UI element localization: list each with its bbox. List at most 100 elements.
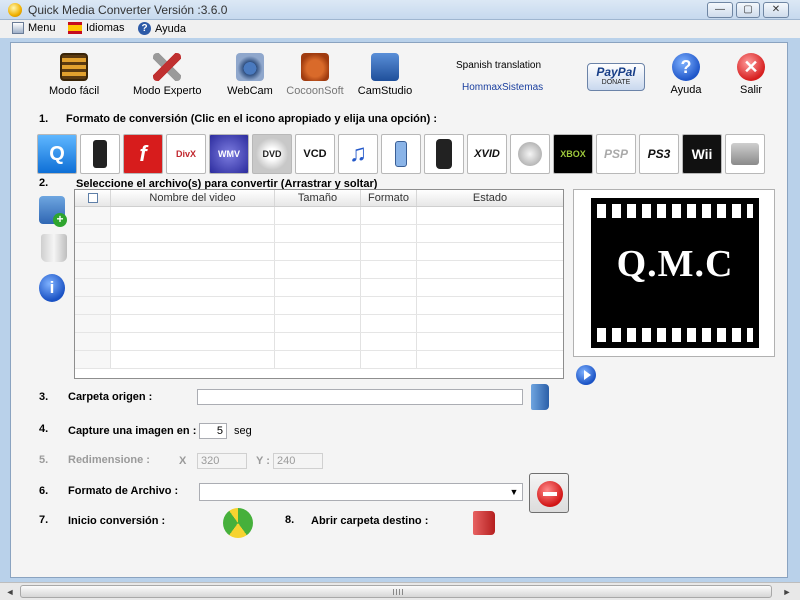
translator-link[interactable]: HommaxSistemas — [462, 82, 543, 93]
height-input[interactable]: 240 — [273, 453, 323, 469]
satellite-shape — [518, 142, 542, 166]
section-5-number: 5. — [39, 454, 49, 466]
format-divx-icon[interactable]: DivX — [166, 134, 206, 174]
format-label: XVID — [474, 148, 500, 160]
format-satellite-icon[interactable] — [510, 134, 550, 174]
table-cell — [75, 207, 111, 224]
ipod-shape — [93, 140, 107, 168]
salir-button[interactable]: ✕ Salir — [731, 53, 771, 96]
format-wii-icon[interactable]: Wii — [682, 134, 722, 174]
minimize-button[interactable]: — — [707, 2, 733, 18]
table-row[interactable] — [75, 279, 563, 297]
modo-facil-label: Modo fácil — [49, 85, 100, 97]
file-table[interactable]: Nombre del video Tamaño Formato Estado — [74, 189, 564, 379]
menu-item-menu[interactable]: Menu — [12, 22, 56, 34]
scrollbar-thumb[interactable] — [20, 585, 772, 598]
cocoonsoft-button[interactable]: CocoonSoft — [283, 53, 347, 97]
format-iphone-icon[interactable] — [424, 134, 464, 174]
preview-panel: Q.M.C — [573, 189, 775, 357]
donate-label: DONATE — [601, 79, 631, 86]
table-row[interactable] — [75, 225, 563, 243]
menu-item-idiomas[interactable]: Idiomas — [68, 22, 125, 34]
browse-folder-icon[interactable] — [531, 384, 549, 410]
phone-shape — [395, 141, 407, 167]
menu-item-ayuda[interactable]: ? Ayuda — [138, 22, 186, 35]
table-cell — [275, 315, 361, 332]
table-row[interactable] — [75, 297, 563, 315]
format-ps3-icon[interactable]: PS3 — [639, 134, 679, 174]
format-ds-icon[interactable] — [725, 134, 765, 174]
table-cell — [275, 333, 361, 350]
paypal-donate-button[interactable]: PayPal DONATE — [587, 63, 645, 91]
format-icons-row: Q f DivX WMV DVD VCD ♫ XVID XBOX PSP PS3… — [37, 134, 765, 174]
maximize-button[interactable]: ▢ — [736, 2, 760, 18]
table-cell — [275, 297, 361, 314]
open-folder-icon[interactable] — [473, 511, 495, 535]
salir-label: Salir — [739, 84, 762, 96]
stop-button[interactable] — [529, 473, 569, 513]
table-cell — [417, 279, 563, 296]
window-title: Quick Media Converter Versión :3.6.0 — [28, 3, 228, 17]
format-wmv-icon[interactable]: WMV — [209, 134, 249, 174]
capture-seconds-input[interactable]: 5 — [199, 423, 227, 439]
format-xbox-icon[interactable]: XBOX — [553, 134, 593, 174]
close-button[interactable]: ✕ — [763, 2, 789, 18]
table-row[interactable] — [75, 261, 563, 279]
format-quicktime-icon[interactable]: Q — [37, 134, 77, 174]
table-cell — [417, 297, 563, 314]
play-button[interactable] — [576, 365, 596, 385]
column-formato[interactable]: Formato — [361, 190, 417, 206]
ds-shape — [731, 143, 759, 165]
horizontal-scrollbar[interactable]: ◄ ► — [0, 582, 800, 600]
cocoonsoft-label: CocoonSoft — [286, 85, 344, 97]
modo-experto-button[interactable]: Modo Experto — [133, 53, 201, 97]
table-row[interactable] — [75, 333, 563, 351]
format-psp-icon[interactable]: PSP — [596, 134, 636, 174]
camstudio-label: CamStudio — [357, 85, 413, 97]
format-xvid-icon[interactable]: XVID — [467, 134, 507, 174]
scroll-left-arrow[interactable]: ◄ — [3, 585, 17, 599]
modo-facil-button[interactable]: Modo fácil — [49, 53, 99, 97]
table-row[interactable] — [75, 315, 563, 333]
table-row[interactable] — [75, 351, 563, 369]
select-all-checkbox[interactable] — [87, 193, 98, 203]
format-label: XBOX — [560, 149, 586, 159]
scroll-right-arrow[interactable]: ► — [780, 585, 794, 599]
table-row[interactable] — [75, 243, 563, 261]
table-cell — [275, 261, 361, 278]
table-cell — [75, 297, 111, 314]
format-label: PSP — [603, 147, 628, 161]
table-cell — [361, 315, 417, 332]
ayuda-button[interactable]: ? Ayuda — [665, 53, 707, 96]
chevron-down-icon[interactable]: ▼ — [506, 484, 522, 500]
carpeta-origen-input[interactable] — [197, 389, 523, 405]
trash-icon[interactable] — [41, 234, 67, 262]
format-flash-icon[interactable]: f — [123, 134, 163, 174]
table-cell — [417, 351, 563, 368]
format-dvd-icon[interactable]: DVD — [252, 134, 292, 174]
start-conversion-icon[interactable] — [223, 508, 253, 538]
webcam-button[interactable]: WebCam — [225, 53, 275, 97]
carpeta-origen-label: Carpeta origen : — [68, 391, 153, 403]
format-label: DivX — [175, 149, 196, 159]
main-panel: Modo fácil Modo Experto WebCam CocoonSof… — [10, 42, 788, 578]
column-nombre[interactable]: Nombre del video — [111, 190, 275, 206]
table-header: Nombre del video Tamaño Formato Estado — [75, 190, 563, 207]
section-4-number: 4. — [39, 423, 49, 435]
format-vcd-icon[interactable]: VCD — [295, 134, 335, 174]
width-input[interactable]: 320 — [197, 453, 247, 469]
table-row[interactable] — [75, 207, 563, 225]
select-all-column[interactable] — [75, 190, 111, 206]
column-estado[interactable]: Estado — [417, 190, 563, 206]
formato-archivo-select[interactable]: ▼ — [199, 483, 523, 501]
column-tamano[interactable]: Tamaño — [275, 190, 361, 206]
table-cell — [361, 207, 417, 224]
info-icon[interactable]: i — [39, 274, 65, 302]
format-mobile-icon[interactable] — [381, 134, 421, 174]
table-cell — [111, 351, 275, 368]
format-music-icon[interactable]: ♫ — [338, 134, 378, 174]
camstudio-button[interactable]: CamStudio — [355, 53, 415, 97]
webcam-label: WebCam — [227, 85, 273, 97]
format-ipod-icon[interactable] — [80, 134, 120, 174]
add-file-icon[interactable] — [39, 196, 67, 227]
